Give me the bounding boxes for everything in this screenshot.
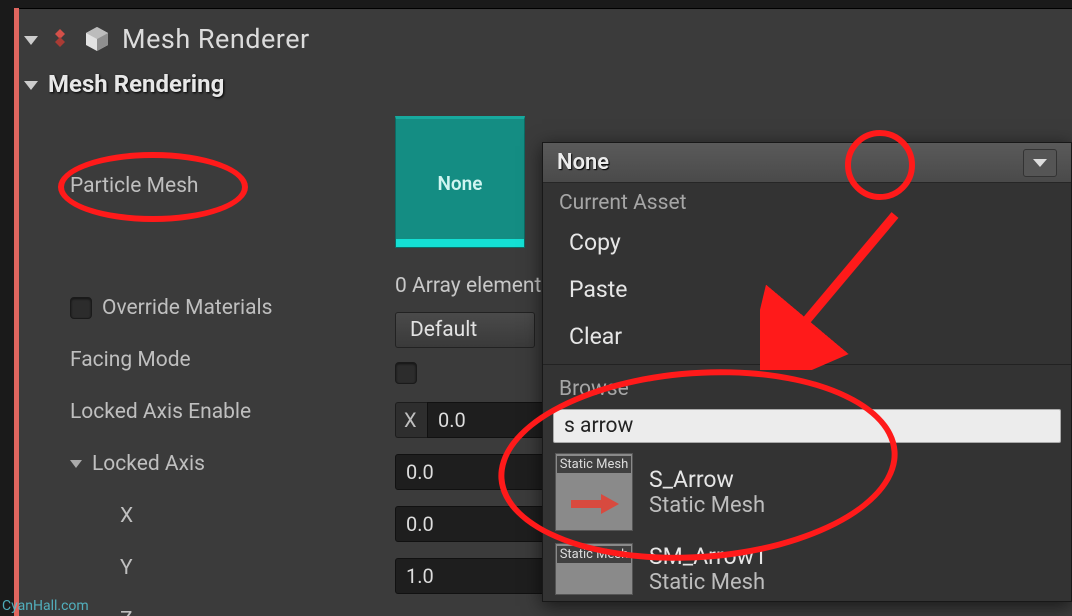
select-value: Default — [410, 318, 477, 342]
menu-item-copy[interactable]: Copy — [543, 219, 1071, 266]
expand-icon[interactable] — [70, 460, 82, 468]
label-facing-mode: Facing Mode — [60, 334, 360, 386]
module-badge-icon — [48, 27, 72, 51]
locked-axis-enable-checkbox[interactable] — [395, 362, 417, 384]
mesh-thumbnail[interactable]: None — [395, 116, 525, 248]
row-locked-axis[interactable]: Locked Axis — [60, 438, 360, 490]
module-cube-icon — [82, 24, 112, 54]
asset-name: SM_Arrow1 — [649, 543, 767, 570]
label-text: Override Materials — [102, 296, 273, 320]
module-header[interactable]: Mesh Renderer — [24, 18, 1062, 60]
search-text: s arrow — [564, 414, 633, 438]
label-text: Particle Mesh — [70, 174, 198, 198]
label-particle-mesh: Particle Mesh — [60, 160, 360, 212]
asset-thumb-icon: Static Mesh — [555, 453, 633, 531]
label-text: Locked Axis Enable — [70, 400, 251, 424]
label-locked-axis-enable: Locked Axis Enable — [60, 386, 360, 438]
thumbnail-text: None — [437, 172, 482, 195]
asset-name: S_Arrow — [649, 466, 765, 493]
label-z: Z — [60, 594, 360, 616]
label-x: X — [60, 490, 360, 542]
divider — [543, 364, 1071, 365]
thumb-tag: Static Mesh — [557, 456, 632, 473]
asset-result-row[interactable]: Static Mesh S_Arrow Static Mesh — [543, 447, 1071, 537]
facing-mode-select[interactable]: Default — [395, 312, 535, 348]
section-label: Current Asset — [543, 183, 1071, 219]
watermark: CyanHall.com — [2, 598, 89, 614]
asset-type: Static Mesh — [649, 493, 765, 518]
asset-thumb-icon: Static Mesh — [555, 543, 633, 595]
section-header[interactable]: Mesh Rendering — [24, 70, 224, 98]
module-title: Mesh Renderer — [122, 23, 310, 55]
expand-icon[interactable] — [24, 81, 38, 90]
label-text: Z — [120, 608, 133, 616]
row-override-materials: Override Materials — [60, 282, 360, 334]
label-text: Locked Axis — [92, 452, 205, 476]
label-y: Y — [60, 542, 360, 594]
dropdown-caret-icon[interactable] — [1023, 149, 1057, 177]
asset-type: Static Mesh — [649, 570, 767, 595]
menu-item-paste[interactable]: Paste — [543, 266, 1071, 313]
section-title: Mesh Rendering — [48, 70, 224, 98]
expand-icon[interactable] — [24, 36, 38, 45]
override-materials-checkbox[interactable] — [70, 297, 92, 319]
vec-x-label: X — [395, 402, 427, 438]
asset-search-input[interactable]: s arrow — [553, 409, 1061, 443]
asset-picker-popup: None Current Asset Copy Paste Clear Brow… — [542, 142, 1072, 602]
section-label: Browse — [543, 369, 1071, 405]
asset-result-row[interactable]: Static Mesh SM_Arrow1 Static Mesh — [543, 537, 1071, 601]
label-text: Facing Mode — [70, 348, 191, 372]
asset-picker-header[interactable]: None — [543, 143, 1071, 183]
thumb-tag: Static Mesh — [557, 546, 632, 563]
selected-value: None — [557, 150, 609, 175]
menu-item-clear[interactable]: Clear — [543, 313, 1071, 360]
label-text: Y — [120, 556, 133, 580]
label-text: X — [120, 504, 133, 528]
